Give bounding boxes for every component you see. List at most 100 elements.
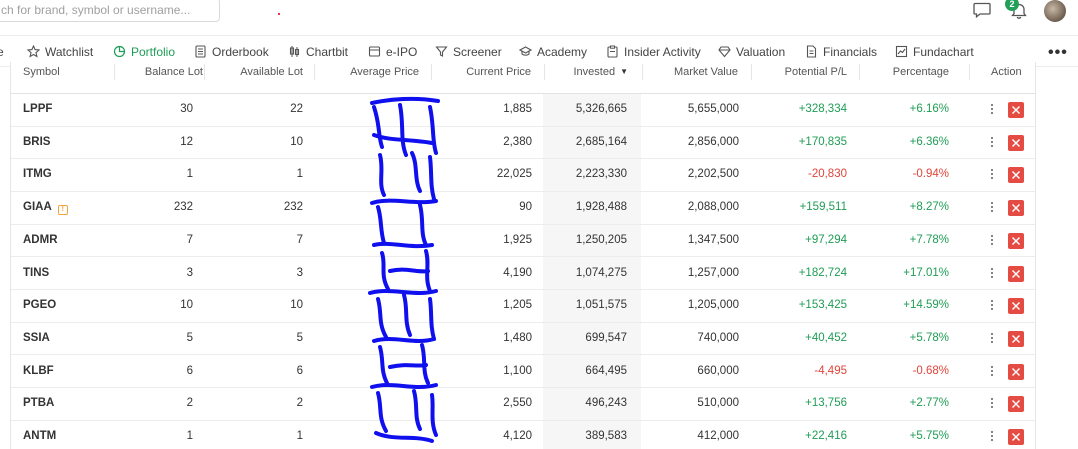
symbol-cell[interactable]: PGEO [23,290,56,322]
market-value-cell: 412,000 [697,430,739,442]
market-value-cell: 2,088,000 [687,201,739,214]
header-label: Market Value [674,66,738,78]
symbol-cell[interactable]: KLBF [23,356,54,388]
delete-button[interactable] [1008,102,1024,118]
table-row[interactable]: GIAA! 232 232 90 1,928,488 2,088,000 +159,511 +… [11,192,1035,225]
table-row[interactable]: PGEO 10 10 1,205 1,051,575 1,205,000 +153,425 +… [11,290,1035,323]
symbol-label: SSIA [23,331,50,344]
header-invested[interactable]: Invested ▼ [573,62,628,82]
invested-cell: 1,074,275 [575,266,627,279]
current-price-cell: 1,100 [503,364,532,377]
delete-button[interactable] [1008,134,1024,151]
close-icon [1012,269,1020,278]
header-separator [314,64,315,80]
percentage-cell: +7.78% [909,233,949,246]
available-lot-cell: 3 [296,266,303,279]
symbol-cell[interactable]: LPPF [23,94,52,126]
delete-button[interactable] [1008,298,1024,315]
sort-desc-icon: ▼ [620,67,628,76]
symbol-cell[interactable]: GIAA! [23,192,68,224]
symbol-cell[interactable]: ITMG [23,159,52,191]
symbol-cell[interactable]: SSIA [23,323,50,355]
header-separator [204,64,205,80]
kebab-menu-icon[interactable] [990,430,994,442]
table-row[interactable]: TINS 3 3 4,190 1,074,275 1,257,000 +182,724 +17… [11,258,1035,291]
header-label: Action [991,66,1022,78]
header-balance-lot[interactable]: Balance Lot [145,62,203,82]
current-price-cell: 4,190 [503,266,532,279]
warning-badge-icon[interactable]: ! [57,205,68,216]
header-separator [544,64,545,80]
search-box[interactable] [0,0,220,22]
header-potential-pl[interactable]: Potential P/L [785,62,847,82]
scribble-stroke [374,431,434,443]
delete-button[interactable] [1008,200,1024,217]
header-separator [859,64,860,80]
close-icon [1012,433,1020,441]
symbol-label: PTBA [23,397,55,410]
symbol-cell[interactable]: BRIS [23,127,50,159]
portfolio-table: Symbol Balance Lot Available Lot Average Pr… [10,62,1036,449]
delete-button[interactable] [1008,363,1024,380]
tab-label: Screener [453,44,502,59]
market-value-cell: 660,000 [697,364,739,377]
avatar[interactable] [1044,0,1066,22]
tab-label: Chartbit [306,44,349,59]
kebab-menu-icon[interactable] [990,299,994,311]
book-icon [195,45,206,58]
more-menu-icon[interactable]: ••• [1048,44,1068,62]
kebab-menu-icon[interactable] [990,201,994,213]
table-row[interactable]: LPPF 30 22 1,885 5,326,665 5,655,000 +328,334 +… [11,94,1035,127]
chat-icon[interactable] [973,2,991,18]
table-row[interactable]: ADMR 7 7 1,925 1,250,205 1,347,500 +97,294 +7.7… [11,225,1035,258]
header-available-lot[interactable]: Available Lot [240,62,303,82]
kebab-menu-icon[interactable] [990,365,994,377]
close-icon [1012,138,1020,147]
close-icon [1012,302,1020,311]
search-input[interactable] [0,0,219,21]
current-price-cell: 4,120 [503,430,532,442]
chart-icon [895,45,908,58]
delete-button[interactable] [1008,429,1024,445]
kebab-menu-icon[interactable] [990,397,994,409]
kebab-menu-icon[interactable] [990,234,994,246]
table-row[interactable]: KLBF 6 6 1,100 664,495 660,000 -4,495 -0.68% [11,356,1035,389]
symbol-cell[interactable]: TINS [23,258,49,290]
tab-e[interactable]: e [0,36,4,67]
symbol-label: ITMG [23,168,52,181]
diamond-icon [718,46,731,58]
percentage-cell: -0.94% [912,168,949,181]
market-value-cell: 5,655,000 [687,103,739,115]
balance-lot-cell: 7 [186,233,193,246]
kebab-menu-icon[interactable] [990,168,994,180]
header-market-value[interactable]: Market Value [674,62,738,82]
table-row[interactable]: ITMG 1 1 22,025 2,223,330 2,202,500 -20,830 -0.… [11,159,1035,192]
symbol-label: LPPF [23,103,53,115]
table-row[interactable]: BRIS 12 10 2,380 2,685,164 2,856,000 +170,835 +… [11,127,1035,160]
header-separator [642,64,643,80]
header-action[interactable]: Action [991,62,1022,82]
kebab-menu-icon[interactable] [990,332,994,344]
delete-button[interactable] [1008,330,1024,347]
table-row[interactable]: PTBA 2 2 2,550 496,243 510,000 +13,756 +2.77% [11,388,1035,421]
kebab-menu-icon[interactable] [990,267,994,279]
header-average-price[interactable]: Average Price [350,62,419,82]
header-percentage[interactable]: Percentage [893,62,949,82]
kebab-menu-icon[interactable] [990,103,994,115]
symbol-cell[interactable]: ADMR [23,225,58,257]
symbol-cell[interactable]: ANTM [23,421,56,449]
symbol-cell[interactable]: PTBA [23,388,54,420]
balance-lot-cell: 232 [173,201,193,214]
delete-button[interactable] [1008,167,1024,184]
kebab-menu-icon[interactable] [990,136,994,148]
header-symbol[interactable]: Symbol [23,62,60,82]
delete-button[interactable] [1008,396,1024,413]
potential-pl-cell: -20,830 [807,168,847,181]
table-row[interactable]: ANTM 1 1 4,120 389,583 412,000 +22,416 +5.75% [11,421,1035,449]
delete-button[interactable] [1008,232,1024,249]
header-current-price[interactable]: Current Price [466,62,531,82]
delete-button[interactable] [1008,265,1024,282]
header-label: Symbol [23,66,60,78]
current-price-cell: 2,380 [503,135,532,148]
table-row[interactable]: SSIA 5 5 1,480 699,547 740,000 +40,452 +5.78% [11,323,1035,356]
